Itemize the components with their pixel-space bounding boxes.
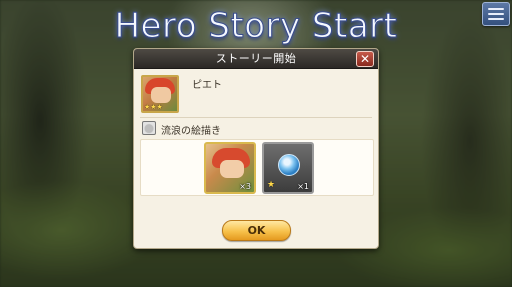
- reward-item-star: ★: [267, 180, 276, 190]
- menu-icon-line: [488, 13, 504, 15]
- water-drop-icon: [278, 154, 300, 176]
- story-start-dialog: ストーリー開始 ✕ ★★★ ピエト 流浪の絵描き ×3 ★ ×1 OK: [133, 48, 379, 249]
- close-button[interactable]: ✕: [356, 51, 374, 67]
- hero-story-start-banner: Hero Story Start: [114, 6, 398, 47]
- divider: [140, 117, 372, 118]
- rewards-panel: ×3 ★ ×1: [140, 139, 374, 196]
- ok-button[interactable]: OK: [222, 220, 291, 241]
- hero-name: ピエト: [192, 80, 222, 91]
- story-crest-icon: [142, 121, 156, 135]
- menu-icon-line: [488, 8, 504, 10]
- reward-hero-quantity: ×3: [239, 182, 251, 191]
- reward-hero-card[interactable]: ×3: [204, 142, 256, 194]
- menu-button[interactable]: [482, 2, 510, 26]
- story-title: 流浪の絵描き: [161, 126, 221, 137]
- reward-item-card[interactable]: ★ ×1: [262, 142, 314, 194]
- hero-face: [151, 87, 171, 103]
- dialog-title: ストーリー開始: [215, 52, 297, 65]
- hero-portrait: ★★★: [141, 75, 179, 113]
- hero-rarity-stars: ★★★: [144, 103, 163, 111]
- reward-hero-face: [220, 160, 244, 178]
- reward-item-quantity: ×1: [297, 182, 309, 191]
- menu-icon-line: [488, 18, 504, 20]
